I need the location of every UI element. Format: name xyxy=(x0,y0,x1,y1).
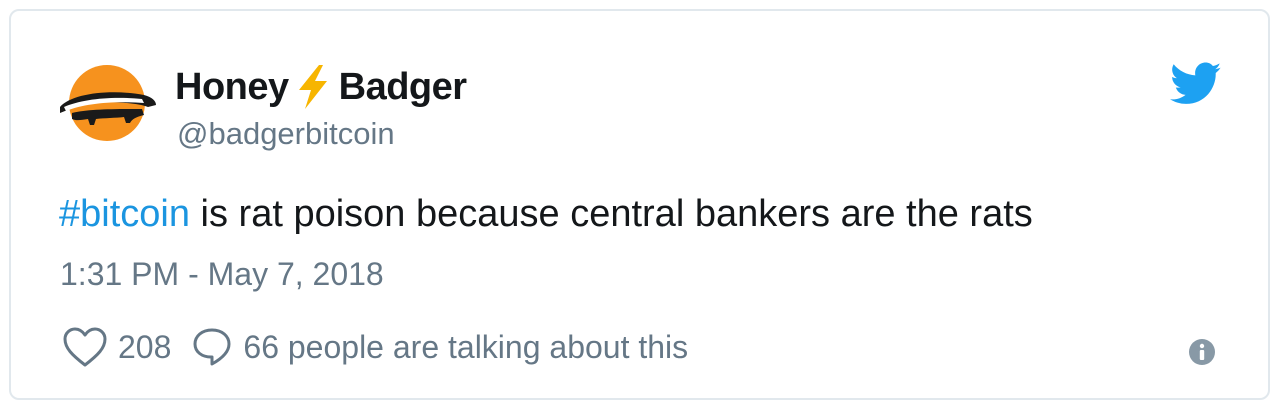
talking-about-text[interactable]: 66 people are talking about this xyxy=(243,329,688,366)
display-name[interactable]: Honey Badger xyxy=(175,64,467,110)
tweet-body: is rat poison because central bankers ar… xyxy=(189,193,1033,235)
twitter-bird-icon[interactable] xyxy=(1170,62,1222,106)
lightning-bolt-icon xyxy=(298,65,327,109)
timestamp[interactable]: 1:31 PM - May 7, 2018 xyxy=(60,256,384,293)
hashtag-link[interactable]: #bitcoin xyxy=(59,193,190,235)
user-handle[interactable]: @badgerbitcoin xyxy=(177,116,395,152)
like-count[interactable]: 208 xyxy=(118,329,171,366)
speech-bubble-icon[interactable] xyxy=(191,326,233,368)
heart-icon[interactable] xyxy=(62,326,108,368)
tweet-actions: 208 66 people are talking about this xyxy=(62,326,688,368)
display-name-first: Honey xyxy=(175,65,289,108)
display-name-second: Badger xyxy=(338,65,467,108)
info-icon[interactable] xyxy=(1188,338,1216,366)
avatar[interactable] xyxy=(52,63,162,143)
tweet-text: #bitcoin is rat poison because central b… xyxy=(59,193,1033,236)
